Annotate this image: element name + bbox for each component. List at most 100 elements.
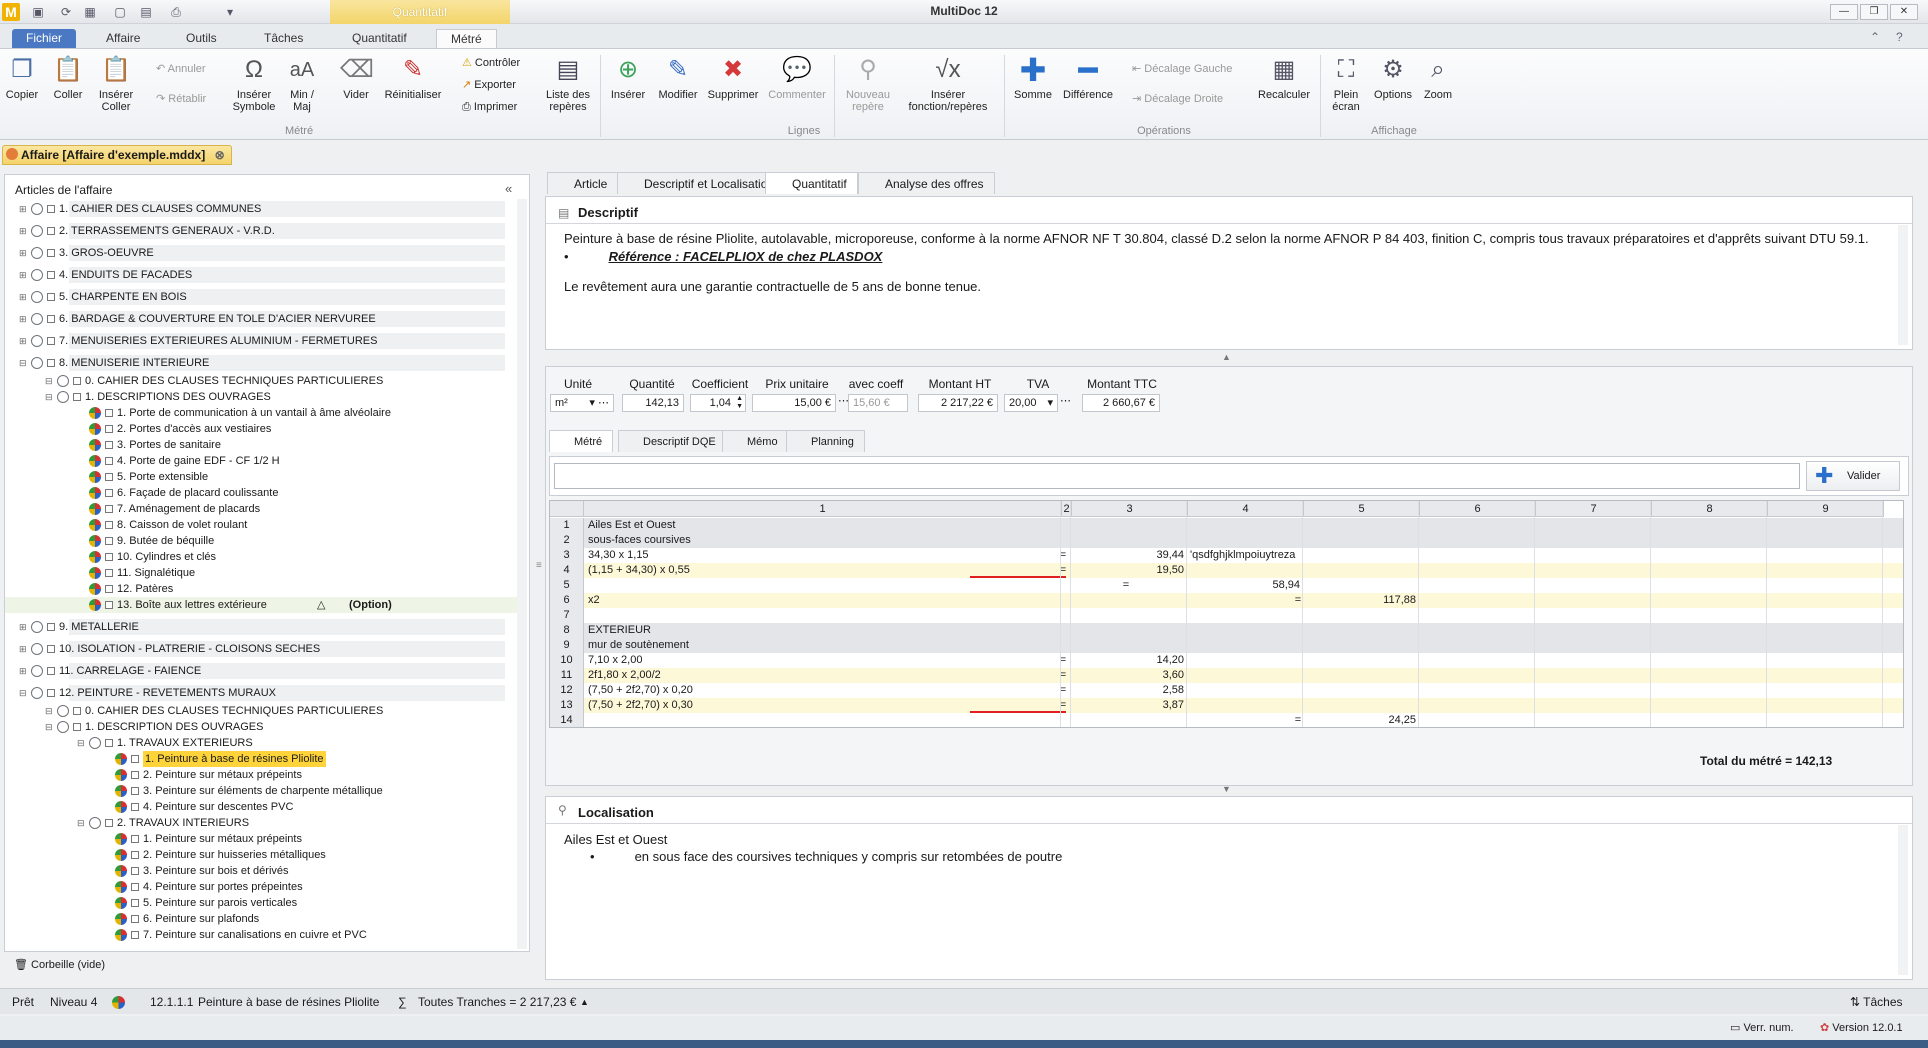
metre-grid[interactable]: 1 2 3 4 5 6 7 8 9 1 Ailes Est et Ouest 2 sous-faces … [549, 500, 1904, 728]
descriptif-scrollbar[interactable] [1898, 225, 1908, 345]
tree-scrollbar[interactable] [517, 199, 527, 949]
decalage-droite-button[interactable]: ⇥ Décalage Droite [1132, 89, 1223, 109]
tree-item[interactable]: ⊞ 6. BARDAGE & COUVERTURE EN TOLE D'ACIER… [5, 311, 517, 327]
checkbox-icon[interactable] [73, 707, 81, 715]
collapse-panel-icon[interactable]: « [505, 181, 512, 196]
tab-memo[interactable]: Mémo [722, 430, 789, 452]
checkbox-icon[interactable] [73, 723, 81, 731]
expand-icon[interactable]: ⊞ [19, 201, 27, 217]
grid-row[interactable]: 2 sous-faces coursives [550, 533, 1903, 548]
grid-column-header[interactable]: 1 [584, 501, 1062, 517]
decalage-gauche-button[interactable]: ⇤ Décalage Gauche [1132, 59, 1232, 79]
checkbox-icon[interactable] [105, 569, 113, 577]
expand-icon[interactable]: ⊞ [19, 663, 27, 679]
tree-item[interactable]: 9. Butée de béquille [5, 533, 517, 549]
tva-select[interactable]: 20,00 ▾ [1004, 394, 1058, 412]
tree-item[interactable]: 3. Peinture sur bois et dérivés [5, 863, 517, 879]
zoom-button[interactable]: ⌕ Zoom [1420, 55, 1456, 101]
tree-item[interactable]: 10. Cylindres et clés [5, 549, 517, 565]
checkbox-icon[interactable] [47, 293, 55, 301]
checkbox-icon[interactable] [47, 249, 55, 257]
grid-row[interactable]: 4 (1,15 + 34,30) x 0,55 = 19,50 [550, 563, 1903, 578]
taches-button[interactable]: ⇅ Tâches [1850, 989, 1903, 1015]
tree-item[interactable]: 6. Peinture sur plafonds [5, 911, 517, 927]
grid-row[interactable]: 13 (7,50 + 2f2,70) x 0,30 = 3,87 [550, 698, 1903, 713]
checkbox-icon[interactable] [105, 739, 113, 747]
checkbox-icon[interactable] [105, 441, 113, 449]
grid-row[interactable]: 14 = 24,25 [550, 713, 1903, 727]
grid-row[interactable]: 3 34,30 x 1,15 = 39,44'qsdfghjklmpoiuytreza [550, 548, 1903, 563]
tab-affaire[interactable]: Affaire [92, 29, 154, 48]
exporter-button[interactable]: ↗ Exporter [462, 75, 516, 95]
tab-planning[interactable]: Planning [786, 430, 865, 452]
recalculer-button[interactable]: ▦ Recalculer [1256, 55, 1312, 101]
checkbox-icon[interactable] [47, 315, 55, 323]
valider-button[interactable]: ✚ Valider [1806, 461, 1900, 491]
checkbox-icon[interactable] [131, 883, 139, 891]
inserer-symbole-button[interactable]: Ω Insérer Symbole [228, 55, 280, 113]
tab-analyse-offres[interactable]: Analyse des offres [858, 172, 995, 194]
tab-descriptif-dqe[interactable]: Descriptif DQE [618, 430, 727, 452]
document-tab[interactable]: Affaire [Affaire d'exemple.mddx] ⊗ [2, 145, 232, 165]
checkbox-icon[interactable] [47, 667, 55, 675]
tree-item[interactable]: 4. Peinture sur portes prépeintes [5, 879, 517, 895]
localisation-scrollbar[interactable] [1898, 825, 1908, 975]
checkbox-icon[interactable] [105, 585, 113, 593]
more-icon[interactable]: ⋯ [1060, 394, 1071, 407]
expand-icon[interactable]: ⊞ [19, 223, 27, 239]
tree-item[interactable]: 5. Peinture sur parois verticales [5, 895, 517, 911]
tab-outils[interactable]: Outils [172, 29, 231, 48]
checkbox-icon[interactable] [105, 819, 113, 827]
copier-button[interactable]: ❐ Copier [4, 55, 40, 101]
checkbox-icon[interactable] [73, 377, 81, 385]
annuler-button[interactable]: ↶ Annuler [156, 59, 206, 79]
restore-button[interactable]: ❐ [1860, 4, 1888, 20]
grid-row[interactable]: 1 Ailes Est et Ouest [550, 518, 1903, 533]
expand-icon[interactable]: ⊞ [19, 311, 27, 327]
expand-icon[interactable]: ⊞ [19, 289, 27, 305]
expand-icon[interactable]: ⊟ [45, 389, 53, 405]
somme-button[interactable]: ✚ Somme [1012, 54, 1054, 101]
difference-button[interactable]: ━ Différence [1060, 54, 1116, 101]
tab-quantitatif[interactable]: Quantitatif [338, 29, 421, 48]
status-tranches[interactable]: Toutes Tranches = 2 217,23 € [418, 989, 576, 1015]
collapse-ribbon-icon[interactable]: ⌃ [1870, 30, 1880, 44]
checkbox-icon[interactable] [105, 409, 113, 417]
prix-unitaire-field[interactable]: 15,00 € [752, 394, 836, 412]
inserer-coller-button[interactable]: 📋 Insérer Coller [92, 55, 140, 113]
commenter-button[interactable]: 💬 Commenter [766, 55, 828, 101]
reinitialiser-button[interactable]: ✎ Réinitialiser [382, 55, 444, 101]
tab-article[interactable]: Article [547, 172, 619, 194]
checkbox-icon[interactable] [105, 505, 113, 513]
splitter-handle[interactable]: ≡ [536, 560, 542, 571]
grid-column-header[interactable]: 6 [1420, 501, 1536, 517]
tree-item[interactable]: 8. Caisson de volet roulant [5, 517, 517, 533]
checkbox-icon[interactable] [105, 521, 113, 529]
checkbox-icon[interactable] [47, 227, 55, 235]
checkbox-icon[interactable] [105, 553, 113, 561]
tree-item[interactable]: ⊞ 4. ENDUITS DE FACADES [5, 267, 517, 283]
grid-row[interactable]: 10 7,10 x 2,00 = 14,20 [550, 653, 1903, 668]
checkbox-icon[interactable] [131, 755, 139, 763]
checkbox-icon[interactable] [131, 851, 139, 859]
localisation-text[interactable]: Ailes Est et Ouest • en sous face des cou… [564, 831, 1062, 865]
min-maj-button[interactable]: aA Min / Maj [284, 55, 320, 113]
grid-column-header[interactable]: 8 [1652, 501, 1768, 517]
expand-icon[interactable]: ⊞ [19, 267, 27, 283]
grid-row[interactable]: 12 (7,50 + 2f2,70) x 0,20 = 2,58 [550, 683, 1903, 698]
checkbox-icon[interactable] [131, 803, 139, 811]
grid-row[interactable]: 5 = 58,94 [550, 578, 1903, 593]
tree-item[interactable]: ⊟ 1. DESCRIPTIONS DES OUVRAGES [5, 389, 517, 405]
expand-icon[interactable]: ⊟ [77, 815, 85, 831]
grid-row[interactable]: 6 x2 = 117,88 [550, 593, 1903, 608]
checkbox-icon[interactable] [105, 425, 113, 433]
grid-column-header[interactable]: 9 [1768, 501, 1884, 517]
spinner-icon[interactable]: ▲ ▼ [736, 395, 743, 411]
tree-item[interactable]: 12. Patères [5, 581, 517, 597]
grid-row[interactable]: 7 [550, 608, 1903, 623]
tree-item[interactable]: 2. Portes d'accès aux vestiaires [5, 421, 517, 437]
tree-item[interactable]: 4. Peinture sur descentes PVC [5, 799, 517, 815]
grid-row[interactable]: 11 2f1,80 x 2,00/2 = 3,60 [550, 668, 1903, 683]
tree-item[interactable]: 11. Signalétique [5, 565, 517, 581]
grid-row[interactable]: 8 EXTERIEUR [550, 623, 1903, 638]
